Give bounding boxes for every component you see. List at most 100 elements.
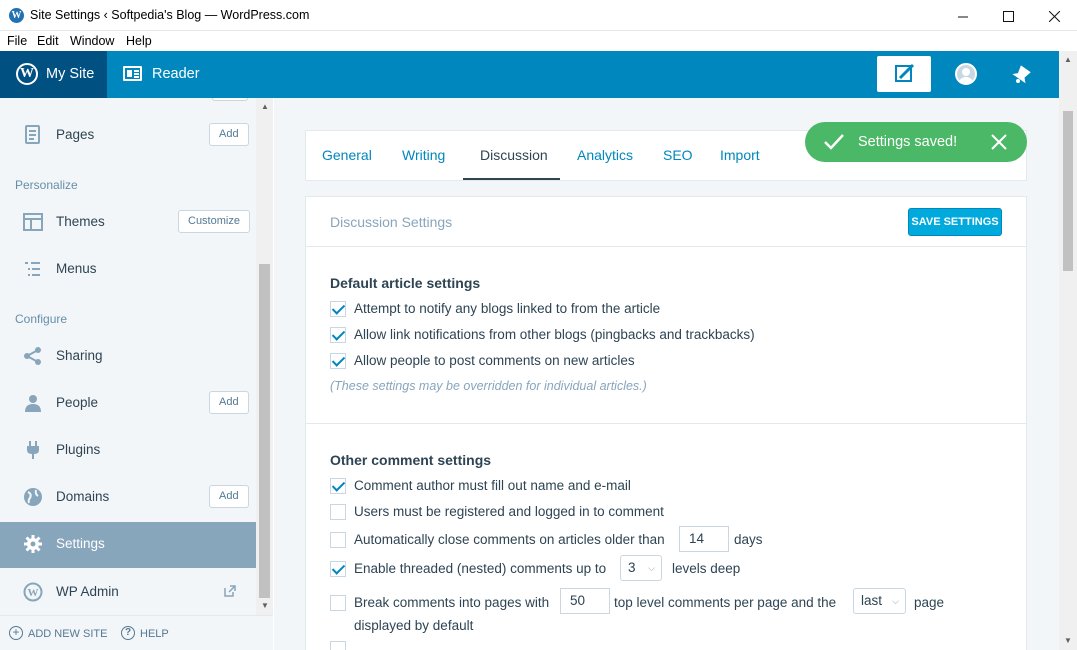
section-divider: [306, 423, 1026, 424]
chevron-down-icon: ⌵: [648, 563, 655, 573]
sidebar-scrollbar[interactable]: ▲ ▼: [256, 98, 273, 615]
write-post-button[interactable]: [877, 56, 931, 92]
main-content: General Writing Discussion Analytics SEO…: [274, 98, 1059, 650]
card-title: Discussion Settings: [330, 214, 453, 230]
checkbox[interactable]: [330, 504, 346, 520]
option-threaded-comments[interactable]: Enable threaded (nested) comments up to …: [330, 555, 930, 589]
checkbox[interactable]: [330, 301, 346, 317]
scroll-down-icon[interactable]: ▼: [261, 601, 269, 610]
default-article-settings-heading: Default article settings: [330, 275, 481, 291]
save-settings-button[interactable]: SAVE SETTINGS: [908, 208, 1002, 236]
svg-text:W: W: [28, 587, 39, 599]
checkbox[interactable]: [330, 595, 346, 611]
option-label: Automatically close comments on articles…: [354, 532, 665, 547]
close-window-button[interactable]: [1031, 0, 1077, 31]
checkbox[interactable]: [330, 561, 346, 577]
tab-writing[interactable]: Writing: [402, 147, 445, 163]
page-order-select[interactable]: last ⌵: [853, 588, 906, 614]
menu-help[interactable]: Help: [126, 34, 152, 48]
tab-analytics[interactable]: Analytics: [577, 147, 633, 163]
select-value: last: [861, 593, 883, 608]
maximize-button[interactable]: [985, 0, 1031, 31]
main-scroll-thumb[interactable]: [1063, 111, 1073, 271]
plus-icon[interactable]: +: [9, 626, 23, 640]
help-icon[interactable]: ?: [121, 626, 135, 640]
option-label-line2: displayed by default: [354, 618, 474, 633]
sidebar-item-themes[interactable]: Themes Customize: [0, 200, 256, 244]
menu-edit[interactable]: Edit: [37, 34, 59, 48]
sidebar-item-label: Settings: [56, 536, 105, 551]
tab-seo[interactable]: SEO: [663, 147, 693, 163]
add-new-site-link[interactable]: ADD NEW SITE: [28, 628, 107, 640]
sidebar-item-label: Sharing: [56, 348, 103, 363]
minimize-button[interactable]: [940, 0, 986, 31]
close-days-input[interactable]: 14: [679, 526, 729, 552]
scroll-down-icon[interactable]: ▼: [1064, 636, 1072, 645]
close-icon[interactable]: [989, 132, 1009, 152]
window-title: Site Settings ‹ Softpedia's Blog — WordP…: [30, 8, 310, 22]
sidebar-item-plugins[interactable]: Plugins: [0, 428, 256, 472]
sidebar-item-pages[interactable]: Pages Add: [0, 113, 256, 157]
discussion-settings-card: Discussion Settings SAVE SETTINGS Defaul…: [305, 196, 1027, 650]
sidebar: Pages Add Personalize Themes Customize M…: [0, 98, 273, 650]
option-break-pages[interactable]: Break comments into pages with 50 top le…: [330, 588, 1010, 641]
add-domain-button[interactable]: Add: [209, 485, 249, 508]
personalize-heading: Personalize: [15, 178, 78, 192]
menu-file[interactable]: File: [7, 34, 27, 48]
thread-depth-select[interactable]: 3 ⌵: [620, 555, 662, 581]
scroll-up-icon[interactable]: ▲: [261, 102, 269, 111]
reader-label: Reader: [152, 66, 200, 82]
checkbox[interactable]: [330, 327, 346, 343]
sidebar-scroll-thumb[interactable]: [259, 264, 270, 598]
reader-icon: [123, 66, 142, 81]
tab-import[interactable]: Import: [720, 147, 760, 163]
sidebar-item-label: WP Admin: [56, 584, 119, 599]
my-site-label: My Site: [46, 66, 95, 82]
sidebar-item-people[interactable]: People Add: [0, 381, 256, 425]
sidebar-item-label: Menus: [56, 261, 97, 276]
scroll-up-icon[interactable]: ▲: [1064, 55, 1072, 64]
globe-icon: [24, 488, 42, 506]
checkbox[interactable]: [330, 532, 346, 548]
tab-general[interactable]: General: [322, 147, 372, 163]
card-header: Discussion Settings SAVE SETTINGS: [306, 197, 1026, 247]
help-link[interactable]: HELP: [140, 628, 169, 640]
my-site-button[interactable]: W My Site: [0, 51, 107, 98]
customize-button[interactable]: Customize: [178, 210, 250, 233]
option-label: Attempt to notify any blogs linked to fr…: [354, 301, 661, 316]
pages-icon: [25, 125, 40, 144]
wordpress-logo-icon: W: [9, 8, 24, 23]
sidebar-item-label: Pages: [56, 127, 95, 142]
checkbox[interactable]: [330, 641, 346, 650]
settings-saved-notice: Settings saved!: [805, 122, 1027, 162]
menus-icon: [25, 262, 40, 276]
option-label-mid: top level comments per page and the: [614, 595, 837, 610]
option-label-suffix: levels deep: [672, 561, 741, 576]
checkbox[interactable]: [330, 353, 346, 369]
masterbar: W My Site Reader: [0, 51, 1059, 98]
edit-icon: [895, 63, 915, 82]
option-label: Comment author must fill out name and e-…: [354, 478, 631, 493]
add-page-button[interactable]: Add: [209, 123, 249, 146]
notifications-icon[interactable]: [1010, 63, 1032, 90]
sidebar-item-domains[interactable]: Domains Add: [0, 475, 256, 519]
select-value: 3: [628, 560, 636, 575]
comments-per-page-input[interactable]: 50: [560, 588, 610, 614]
sidebar-item-sharing[interactable]: Sharing: [0, 334, 256, 378]
avatar[interactable]: [955, 63, 977, 85]
sidebar-item-menus[interactable]: Menus: [0, 247, 256, 291]
tab-discussion[interactable]: Discussion: [480, 147, 548, 163]
external-link-icon: [224, 585, 236, 597]
sidebar-item-label: Domains: [56, 489, 110, 504]
sidebar-item-wp-admin[interactable]: W WP Admin: [0, 570, 256, 614]
window-titlebar: W Site Settings ‹ Softpedia's Blog — Wor…: [0, 0, 1077, 31]
add-user-button[interactable]: Add: [209, 391, 249, 414]
checkbox[interactable]: [330, 478, 346, 494]
main-scrollbar[interactable]: ▲ ▼: [1059, 51, 1077, 650]
sidebar-item-settings[interactable]: Settings: [0, 522, 256, 568]
sidebar-item-label: Themes: [56, 214, 105, 229]
menu-window[interactable]: Window: [70, 34, 114, 48]
option-label: Allow link notifications from other blog…: [354, 327, 755, 342]
person-icon: [25, 395, 41, 412]
wordpress-icon: W: [16, 63, 38, 85]
